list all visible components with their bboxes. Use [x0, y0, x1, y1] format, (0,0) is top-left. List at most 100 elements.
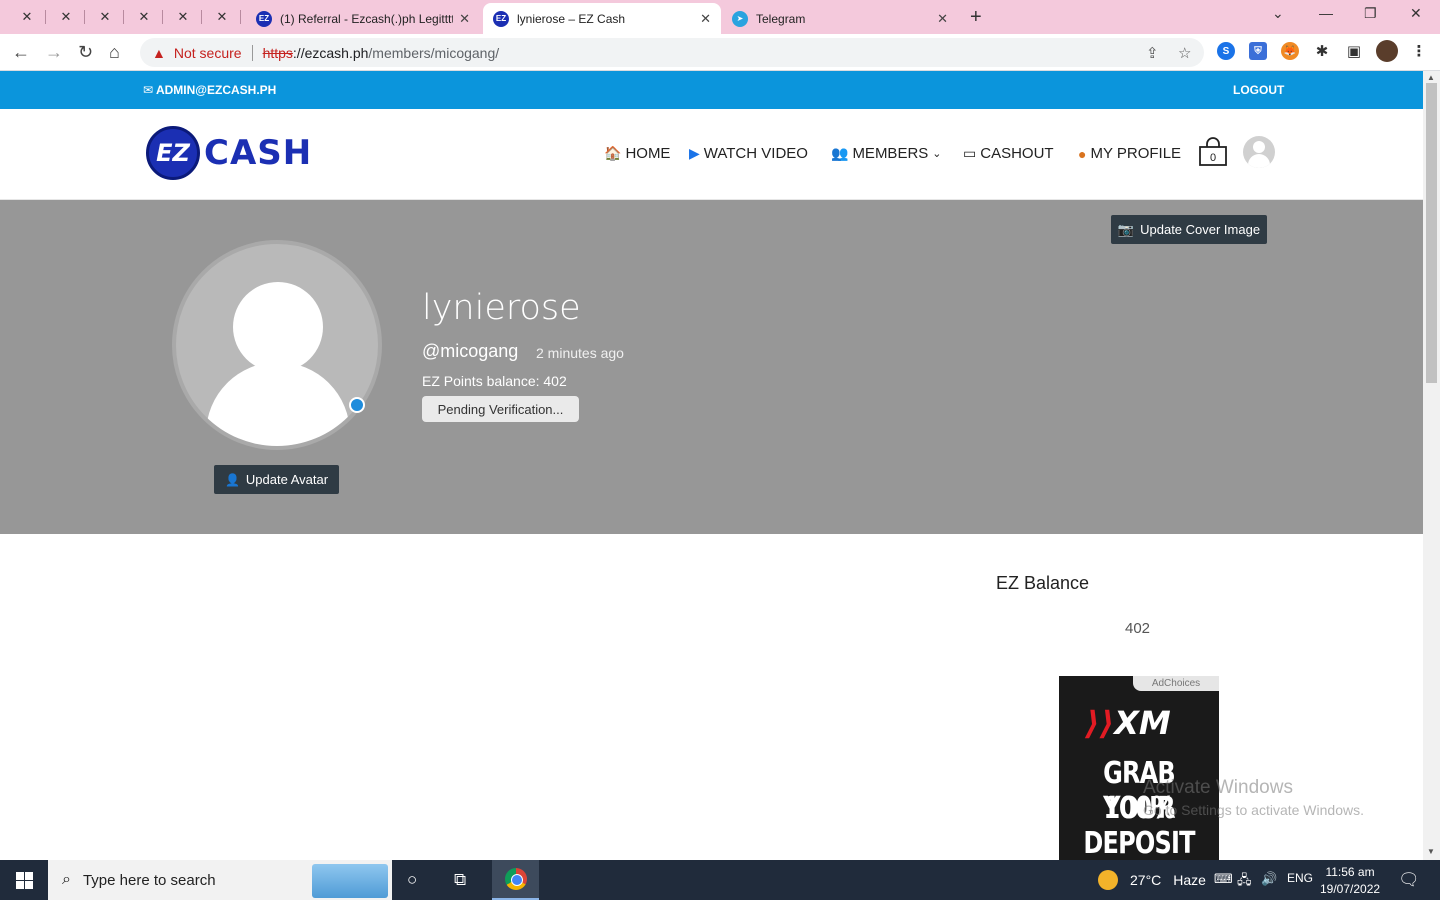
profile-cover: 📷 Update Cover Image 👤 Update Avatar lyn… [0, 200, 1423, 534]
muted-tab-icon[interactable]: ✕ [203, 4, 241, 30]
admin-email-text: ADMIN@EZCASH.PH [155, 83, 277, 97]
task-view-icon[interactable]: ⧉ [454, 870, 466, 890]
back-icon[interactable]: ← [12, 42, 30, 63]
profile-handle: @micogang [422, 341, 519, 361]
weather-condition: Haze [1173, 872, 1206, 888]
tab-profile[interactable]: EZ lynierose – EZ Cash ✕ [483, 3, 721, 34]
weather-widget[interactable]: 27°C Haze [1098, 870, 1206, 890]
profile-avatar [172, 240, 382, 450]
search-icon: ⌕ [62, 871, 71, 888]
bookmark-star-icon[interactable]: ☆ [1178, 44, 1191, 62]
cash-icon: ▭ [963, 145, 977, 161]
extensions-puzzle-icon[interactable]: ✱ [1313, 42, 1331, 60]
extension-s-icon[interactable]: S [1217, 42, 1235, 60]
nav-my-profile-label: MY PROFILE [1090, 145, 1182, 162]
profile-icon: ● [1078, 145, 1087, 162]
temperature: 27°C [1130, 872, 1162, 888]
minimize-icon[interactable]: — [1319, 5, 1333, 21]
page-scrollbar[interactable]: ▲ ▼ [1423, 71, 1440, 860]
extension-shield-icon[interactable]: ⛨ [1249, 42, 1267, 60]
restore-icon[interactable]: ❐ [1364, 5, 1377, 22]
tab-search-icon[interactable]: ⌄ [1272, 5, 1284, 22]
tab-strip: ✕ ✕ ✕ ✕ ✕ ✕ EZ (1) Referral - Ezcash(.)p… [0, 0, 1440, 34]
new-tab-icon[interactable]: + [970, 6, 982, 29]
ez-balance-value: 402 [1125, 620, 1151, 637]
nav-home[interactable]: 🏠 HOME [604, 145, 670, 162]
nav-watch-video-label: WATCH VIDEO [703, 145, 808, 162]
update-cover-button[interactable]: 📷 Update Cover Image [1111, 215, 1267, 244]
muted-tab-icon[interactable]: ✕ [8, 4, 46, 30]
site-favicon-icon: EZ [256, 10, 272, 27]
network-icon[interactable]: 🖧 [1237, 871, 1252, 893]
cart-count: 0 [1209, 152, 1217, 164]
tab-close-icon[interactable]: ✕ [700, 11, 711, 27]
nav-my-profile[interactable]: ● MY PROFILE [1078, 145, 1181, 162]
profile-avatar[interactable] [1376, 40, 1398, 62]
taskbar-chrome-button[interactable] [492, 860, 539, 900]
activate-windows-title: Activate Windows [1143, 777, 1293, 798]
scroll-up-icon[interactable]: ▲ [1427, 73, 1435, 82]
chrome-icon [504, 868, 527, 890]
meet-now-icon[interactable]: ⌨ [1214, 871, 1233, 887]
notifications-icon[interactable]: 🗨 [1398, 870, 1420, 890]
xm-brand: XM [1114, 704, 1171, 742]
last-active: 2 minutes ago [536, 345, 624, 361]
play-icon: ▶ [689, 145, 700, 161]
camera-icon: 📷 [1117, 221, 1135, 237]
browser-toolbar: ← → ↻ ⌂ ▲ Not secure https ://ezcash.ph … [0, 34, 1440, 71]
points-balance: EZ Points balance: 402 [422, 373, 567, 389]
clock-time: 11:56 am [1325, 865, 1375, 879]
pending-verification-button[interactable]: Pending Verification... [422, 396, 579, 422]
windows-start-icon[interactable] [16, 872, 33, 889]
scroll-down-icon[interactable]: ▼ [1427, 847, 1435, 856]
warning-icon: ▲ [152, 44, 166, 61]
admin-email[interactable]: ✉ ADMIN@EZCASH.PH [143, 83, 276, 97]
update-avatar-button[interactable]: 👤 Update Avatar [214, 465, 339, 494]
home-icon[interactable]: ⌂ [109, 42, 120, 63]
clock-date: 19/07/2022 [1320, 882, 1381, 896]
not-secure-label[interactable]: Not secure [174, 45, 242, 61]
logout-link[interactable]: LOGOUT [1233, 83, 1284, 97]
forward-icon[interactable]: → [45, 42, 63, 63]
ezcash-logo[interactable]: EZ CASH [146, 126, 312, 180]
language-indicator[interactable]: ENG [1287, 871, 1313, 885]
address-bar[interactable]: ▲ Not secure https ://ezcash.ph /members… [140, 38, 1204, 67]
system-clock[interactable]: 11:56 am 19/07/2022 [1320, 864, 1380, 898]
cortana-icon[interactable]: ○ [407, 870, 417, 890]
reload-icon[interactable]: ↻ [78, 42, 93, 63]
nav-watch-video[interactable]: ▶ WATCH VIDEO [689, 145, 808, 162]
ez-balance-title: EZ Balance [996, 573, 1090, 593]
nav-cashout[interactable]: ▭ CASHOUT [963, 145, 1054, 162]
update-avatar-label: Update Avatar [245, 472, 329, 487]
nav-members[interactable]: 👥 MEMBERS ⌄ [831, 145, 942, 162]
tab-close-icon[interactable]: ✕ [459, 11, 470, 27]
muted-tab-icon[interactable]: ✕ [86, 4, 124, 30]
menu-kebab-icon[interactable]: ⋮ [1410, 42, 1428, 60]
muted-tab-icon[interactable]: ✕ [164, 4, 202, 30]
side-panel-icon[interactable]: ▣ [1345, 42, 1363, 60]
adchoices-link[interactable]: AdChoices [1133, 676, 1219, 691]
muted-tab-icon[interactable]: ✕ [47, 4, 85, 30]
xm-logo: ⟩⟩XM [1085, 704, 1171, 742]
muted-tab-icon[interactable]: ✕ [125, 4, 163, 30]
logo-text: CASH [204, 133, 313, 173]
url-path: /members/micogang/ [368, 44, 500, 61]
tab-referral[interactable]: EZ (1) Referral - Ezcash(.)ph Legitttttt… [246, 3, 480, 34]
close-window-icon[interactable]: ✕ [1410, 5, 1422, 22]
user-avatar-icon[interactable] [1243, 136, 1275, 168]
volume-icon[interactable]: 🔊 [1261, 871, 1277, 887]
cart-button[interactable]: 0 [1198, 137, 1228, 167]
nav-cashout-label: CASHOUT [980, 145, 1054, 162]
nav-home-label: HOME [625, 145, 671, 162]
profile-display-name: lynierose [422, 288, 581, 328]
scroll-thumb[interactable] [1426, 83, 1437, 383]
taskbar-search[interactable]: ⌕ Type here to search [48, 860, 392, 900]
xm-advertisement[interactable]: AdChoices ⟩⟩XM GRAB YOUR 100% DEPOSIT [1059, 676, 1219, 860]
site-header: EZ CASH 🏠 HOME ▶ WATCH VIDEO 👥 MEMBERS ⌄… [0, 109, 1423, 200]
metamask-icon[interactable]: 🦊 [1281, 42, 1299, 60]
nav-members-label: MEMBERS [852, 145, 929, 162]
avatar-head [233, 282, 323, 372]
tab-telegram[interactable]: ➤ Telegram ✕ [722, 3, 958, 34]
tab-close-icon[interactable]: ✕ [937, 11, 948, 27]
share-icon[interactable]: ⇪ [1146, 44, 1159, 62]
